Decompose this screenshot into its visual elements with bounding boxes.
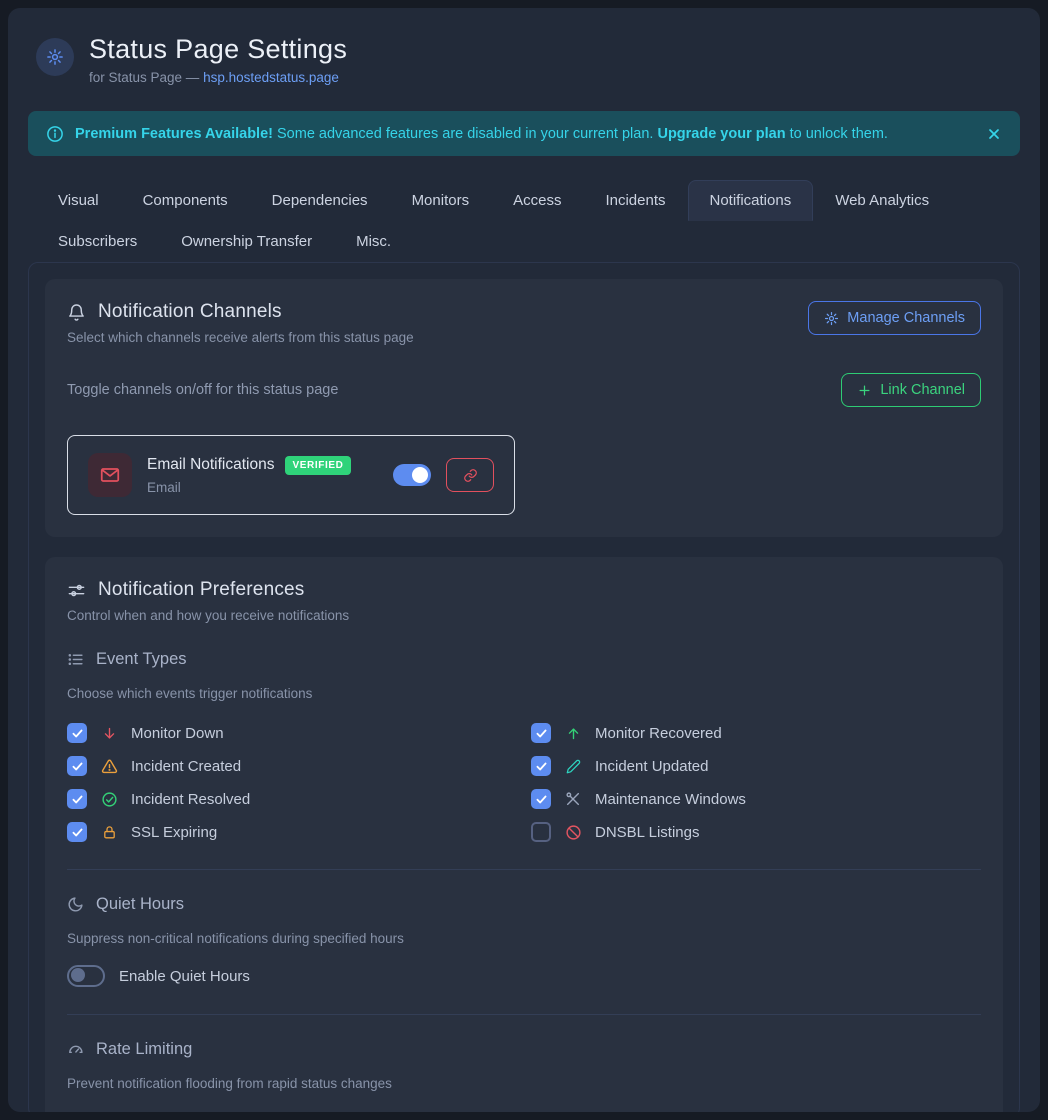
preferences-section-title: Notification Preferences xyxy=(67,579,981,601)
link-channel-button[interactable]: Link Channel xyxy=(841,373,981,407)
tab-components[interactable]: Components xyxy=(121,180,250,221)
gear-icon xyxy=(36,38,74,76)
tab-notifications[interactable]: Notifications xyxy=(688,180,814,221)
tab-misc[interactable]: Misc. xyxy=(334,221,413,262)
page-header-text: Status Page Settings for Status Page — h… xyxy=(89,34,347,85)
plus-icon xyxy=(857,383,872,398)
enable-quiet-hours-label: Enable Quiet Hours xyxy=(119,968,250,985)
tab-access[interactable]: Access xyxy=(491,180,583,221)
event-types-grid: Monitor Down Monitor Recovered Incident … xyxy=(67,723,975,842)
status-page-link[interactable]: hsp.hostedstatus.page xyxy=(203,70,339,85)
tab-incidents[interactable]: Incidents xyxy=(583,180,687,221)
event-type-maintenance-windows[interactable]: Maintenance Windows xyxy=(531,789,975,809)
event-type-monitor-recovered[interactable]: Monitor Recovered xyxy=(531,723,975,743)
gauge-icon xyxy=(67,1041,84,1058)
email-channel-info: Email Notifications VERIFIED Email xyxy=(147,456,351,495)
gear-icon xyxy=(824,311,839,326)
event-type-incident-resolved[interactable]: Incident Resolved xyxy=(67,789,511,809)
event-type-incident-updated[interactable]: Incident Updated xyxy=(531,756,975,776)
notification-preferences-card: Notification Preferences Control when an… xyxy=(45,557,1003,1112)
time-window-label: TIME WINDOW xyxy=(67,1111,511,1112)
tab-visual[interactable]: Visual xyxy=(36,180,121,221)
rate-limiting-subtitle: Prevent notification flooding from rapid… xyxy=(67,1076,981,1091)
toggle-channels-hint: Toggle channels on/off for this status p… xyxy=(67,382,338,398)
checkbox[interactable] xyxy=(67,756,87,776)
tab-monitors[interactable]: Monitors xyxy=(390,180,492,221)
no-sign-icon xyxy=(564,824,582,841)
email-channel-toggle[interactable] xyxy=(393,464,431,486)
list-icon xyxy=(67,651,84,668)
channel-type: Email xyxy=(147,480,351,495)
moon-icon xyxy=(67,896,84,913)
check-circle-icon xyxy=(100,791,118,808)
enable-quiet-hours-toggle[interactable] xyxy=(67,965,105,987)
channels-section-title: Notification Channels xyxy=(67,301,414,323)
premium-banner: Premium Features Available! Some advance… xyxy=(28,111,1020,156)
event-type-dnsbl-listings[interactable]: DNSBL Listings xyxy=(531,822,975,842)
channel-name: Email Notifications xyxy=(147,456,275,474)
checkbox[interactable] xyxy=(531,789,551,809)
event-type-incident-created[interactable]: Incident Created xyxy=(67,756,511,776)
quiet-hours-title: Quiet Hours xyxy=(67,895,981,914)
sliders-icon xyxy=(67,581,86,600)
settings-tabs: Visual Components Dependencies Monitors … xyxy=(36,180,1020,262)
checkbox[interactable] xyxy=(67,789,87,809)
tab-web-analytics[interactable]: Web Analytics xyxy=(813,180,951,221)
x-icon xyxy=(986,126,1002,142)
event-types-title: Event Types xyxy=(67,650,981,669)
checkbox[interactable] xyxy=(67,822,87,842)
arrow-up-icon xyxy=(564,726,582,741)
channels-section-subtitle: Select which channels receive alerts fro… xyxy=(67,330,414,345)
verified-badge: VERIFIED xyxy=(285,456,352,475)
page-header: Status Page Settings for Status Page — h… xyxy=(36,34,1020,85)
status-page-settings-app: Status Page Settings for Status Page — h… xyxy=(8,8,1040,1112)
max-notifications-label: MAX NOTIFICATIONS PER WINDOW xyxy=(531,1111,975,1112)
checkbox[interactable] xyxy=(531,723,551,743)
divider xyxy=(67,869,981,870)
preferences-section-subtitle: Control when and how you receive notific… xyxy=(67,608,981,623)
upgrade-plan-link[interactable]: Upgrade your plan xyxy=(657,126,785,142)
bell-icon xyxy=(67,303,86,322)
rate-limiting-title: Rate Limiting xyxy=(67,1040,981,1059)
lock-icon xyxy=(100,825,118,840)
checkbox[interactable] xyxy=(531,822,551,842)
channel-link-button[interactable] xyxy=(446,458,494,492)
event-type-monitor-down[interactable]: Monitor Down xyxy=(67,723,511,743)
event-type-ssl-expiring[interactable]: SSL Expiring xyxy=(67,822,511,842)
banner-close-button[interactable] xyxy=(986,126,1002,142)
checkbox[interactable] xyxy=(67,723,87,743)
rate-limiting-form: TIME WINDOW 15 minutes MAX NOTIFICATIONS… xyxy=(67,1111,975,1112)
checkbox[interactable] xyxy=(531,756,551,776)
notification-channels-card: Notification Channels Select which chann… xyxy=(45,279,1003,537)
banner-text: Premium Features Available! Some advance… xyxy=(75,126,888,142)
arrow-down-icon xyxy=(100,726,118,741)
tools-icon xyxy=(564,791,582,807)
manage-channels-button[interactable]: Manage Channels xyxy=(808,301,981,335)
info-icon xyxy=(46,125,64,143)
notifications-tab-panel: Notification Channels Select which chann… xyxy=(28,262,1020,1112)
chain-link-icon xyxy=(463,468,478,483)
tab-subscribers[interactable]: Subscribers xyxy=(36,221,159,262)
page-subtitle: for Status Page — hsp.hostedstatus.page xyxy=(89,70,347,85)
warning-icon xyxy=(100,758,118,775)
pencil-icon xyxy=(564,759,582,774)
divider xyxy=(67,1014,981,1015)
tab-dependencies[interactable]: Dependencies xyxy=(250,180,390,221)
tab-ownership-transfer[interactable]: Ownership Transfer xyxy=(159,221,334,262)
page-title: Status Page Settings xyxy=(89,34,347,65)
event-types-subtitle: Choose which events trigger notification… xyxy=(67,686,981,701)
email-channel-card: Email Notifications VERIFIED Email xyxy=(67,435,515,515)
quiet-hours-subtitle: Suppress non-critical notifications duri… xyxy=(67,931,981,946)
envelope-icon xyxy=(88,453,132,497)
